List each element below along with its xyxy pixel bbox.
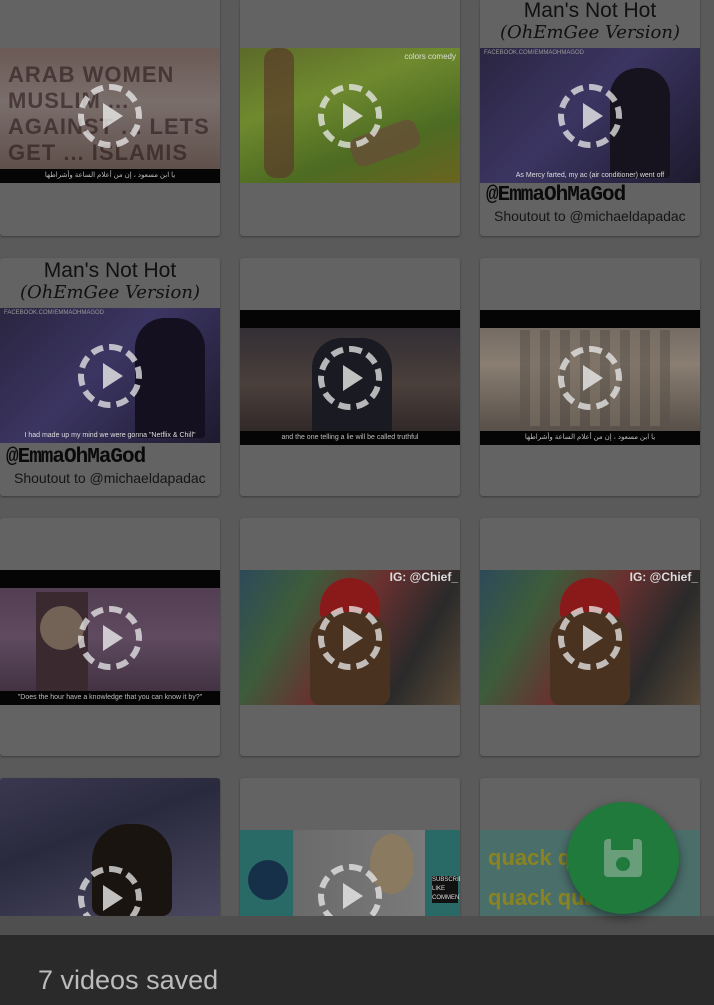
video-title-overlay: Man's Not Hot [43,259,177,282]
play-icon[interactable] [343,883,363,909]
play-icon[interactable] [343,102,363,129]
video-thumbnail [0,778,220,916]
play-icon[interactable] [103,885,123,911]
snackbar-message: 7 videos saved [38,965,219,995]
video-subtitle-overlay: (OhEmGee Version) [19,282,201,303]
video-handle-overlay: @EmmaOhMaGod [486,184,626,207]
video-caption: As Mercy farted, my ac (air conditioner)… [515,172,665,179]
save-fab-button[interactable] [567,802,679,914]
video-handle-overlay: @EmmaOhMaGod [6,446,146,469]
video-thumbnail: يا ابن مسعود ، إن من أعلام الساعة وأشراط… [480,310,700,445]
video-caption: "Does the hour have a knowledge that you… [0,691,220,705]
thumbnail-watermark: FACEBOOK.COM/EMMAOHMAGOD [4,310,105,316]
video-card[interactable]: Man's Not Hot (OhEmGee Version) FACEBOOK… [480,0,700,236]
video-card[interactable]: "Does the hour have a knowledge that you… [0,518,220,756]
thumbnail-watermark: FACEBOOK.COM/EMMAOHMAGOD [484,50,585,56]
play-icon[interactable] [583,364,603,391]
video-caption: يا ابن مسعود ، إن من أعلام الساعة وأشراط… [0,169,220,183]
video-thumbnail: IG: @Chief_ [480,570,700,705]
thumbnail-corner-text: IG: @Chief_ [629,570,698,584]
save-icon [604,839,642,877]
video-card[interactable]: ARAB WOMEN MUSLIM ... AGAINST ... LETS G… [0,0,220,236]
letterbox-bar [0,570,220,588]
video-thumbnail: FACEBOOK.COM/EMMAOHMAGOD As Mercy farted… [480,48,700,183]
play-icon[interactable] [103,624,123,651]
video-thumbnail: FACEBOOK.COM/EMMAOHMAGOD I had made up m… [0,308,220,443]
video-card[interactable]: IG: @Chief_ [480,518,700,756]
thumbnail-corner-text: IG: @Chief_ [389,570,458,584]
person-figure [135,318,205,438]
video-caption: I had made up my mind we were gonna "Net… [24,432,196,439]
video-thumbnail: SUBSCRIBE LIKE COMMENT [240,830,460,916]
letterbox-bar [480,310,700,328]
video-title-overlay: Man's Not Hot [523,0,657,22]
video-shoutout-overlay: Shoutout to @michaeldapadac [494,208,686,224]
video-thumbnail: IG: @Chief_ [240,570,460,705]
video-thumbnail: "Does the hour have a knowledge that you… [0,570,220,705]
video-caption: يا ابن مسعود ، إن من أعلام الساعة وأشراط… [480,431,700,445]
video-thumbnail: colors comedy [240,48,460,183]
play-icon[interactable] [583,102,603,129]
video-subtitle-overlay: (OhEmGee Version) [499,22,681,43]
person-figure [264,48,294,178]
play-icon[interactable] [103,362,123,389]
video-card[interactable]: يا ابن مسعود ، إن من أعلام الساعة وأشراط… [480,258,700,496]
bottom-divider [0,916,714,935]
clock-face [40,606,84,650]
video-thumbnail: ARAB WOMEN MUSLIM ... AGAINST ... LETS G… [0,48,220,183]
letterbox-bar [240,310,460,328]
video-card[interactable]: and the one telling a lie will be called… [240,258,460,496]
channel-logo [248,860,288,900]
video-card[interactable]: Man's Not Hot (OhEmGee Version) FACEBOOK… [0,258,220,496]
play-icon[interactable] [343,624,363,651]
video-thumbnail: and the one telling a lie will be called… [240,310,460,445]
video-shoutout-overlay: Shoutout to @michaeldapadac [14,470,206,486]
video-card[interactable]: colors comedy [240,0,460,236]
thumbnail-corner-text: colors comedy [404,52,456,61]
play-icon[interactable] [343,364,363,391]
video-caption: and the one telling a lie will be called… [240,431,460,445]
video-card[interactable]: IG: @Chief_ [240,518,460,756]
snackbar: 7 videos saved [0,935,714,1005]
play-icon[interactable] [103,102,123,129]
play-icon[interactable] [583,624,603,651]
side-text: SUBSCRIBE LIKE COMMENT [432,876,460,903]
